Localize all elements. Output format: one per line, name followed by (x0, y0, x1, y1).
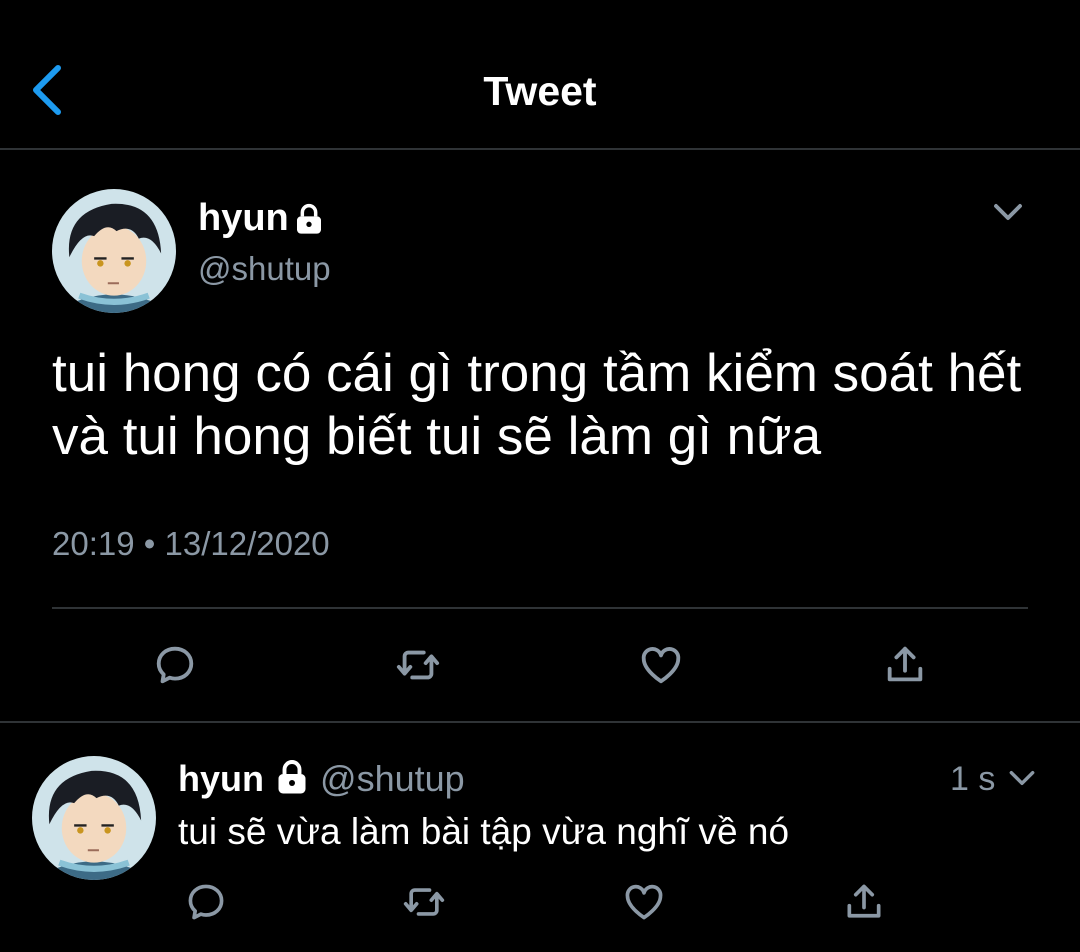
meta-separator: • (143, 525, 156, 562)
share-button[interactable] (880, 640, 930, 690)
author-name[interactable]: hyun (198, 196, 289, 240)
more-options-button[interactable] (984, 192, 1032, 232)
reply-text: tui sẽ vừa làm bài tập vừa nghĩ về nó (178, 811, 790, 852)
reply-icon (152, 642, 198, 688)
retweet-icon (400, 880, 448, 924)
chevron-down-icon (986, 194, 1030, 230)
reply-like-button[interactable] (620, 878, 668, 926)
reply-icon (184, 880, 228, 924)
reply-button[interactable] (150, 640, 200, 690)
author-handle[interactable]: @shutup (198, 249, 331, 289)
like-icon (622, 880, 666, 924)
reply-author-name[interactable]: hyun (178, 758, 264, 799)
reply-avatar[interactable] (32, 756, 156, 880)
tweet-date: 13/12/2020 (164, 525, 330, 562)
section-divider (0, 721, 1080, 723)
reply-header: hyun @shutup (178, 758, 465, 800)
tweet-text: tui hong có cái gì trong tầm kiểm soát h… (52, 344, 1022, 466)
share-icon (842, 880, 886, 924)
lock-icon (293, 203, 325, 235)
avatar[interactable] (52, 189, 176, 313)
reply-author-handle[interactable]: @shutup (320, 758, 465, 799)
like-icon (638, 642, 684, 688)
reply-more-options-button[interactable] (1002, 760, 1042, 796)
retweet-button[interactable] (392, 640, 444, 690)
reply-reply-button[interactable] (182, 878, 230, 926)
share-icon (882, 642, 928, 688)
lock-icon (274, 759, 310, 795)
reply-share-button[interactable] (840, 878, 888, 926)
tweet-time: 20:19 (52, 525, 135, 562)
reply-retweet-button[interactable] (398, 878, 450, 926)
chevron-down-icon (1004, 762, 1040, 794)
reply-age: 1 s (950, 760, 996, 798)
tweet-timestamp: 20:19 • 13/12/2020 (52, 524, 330, 564)
page-title: Tweet (483, 68, 597, 114)
tweet-divider (52, 607, 1028, 609)
like-button[interactable] (636, 640, 686, 690)
retweet-icon (394, 642, 442, 688)
header-divider (0, 148, 1080, 150)
